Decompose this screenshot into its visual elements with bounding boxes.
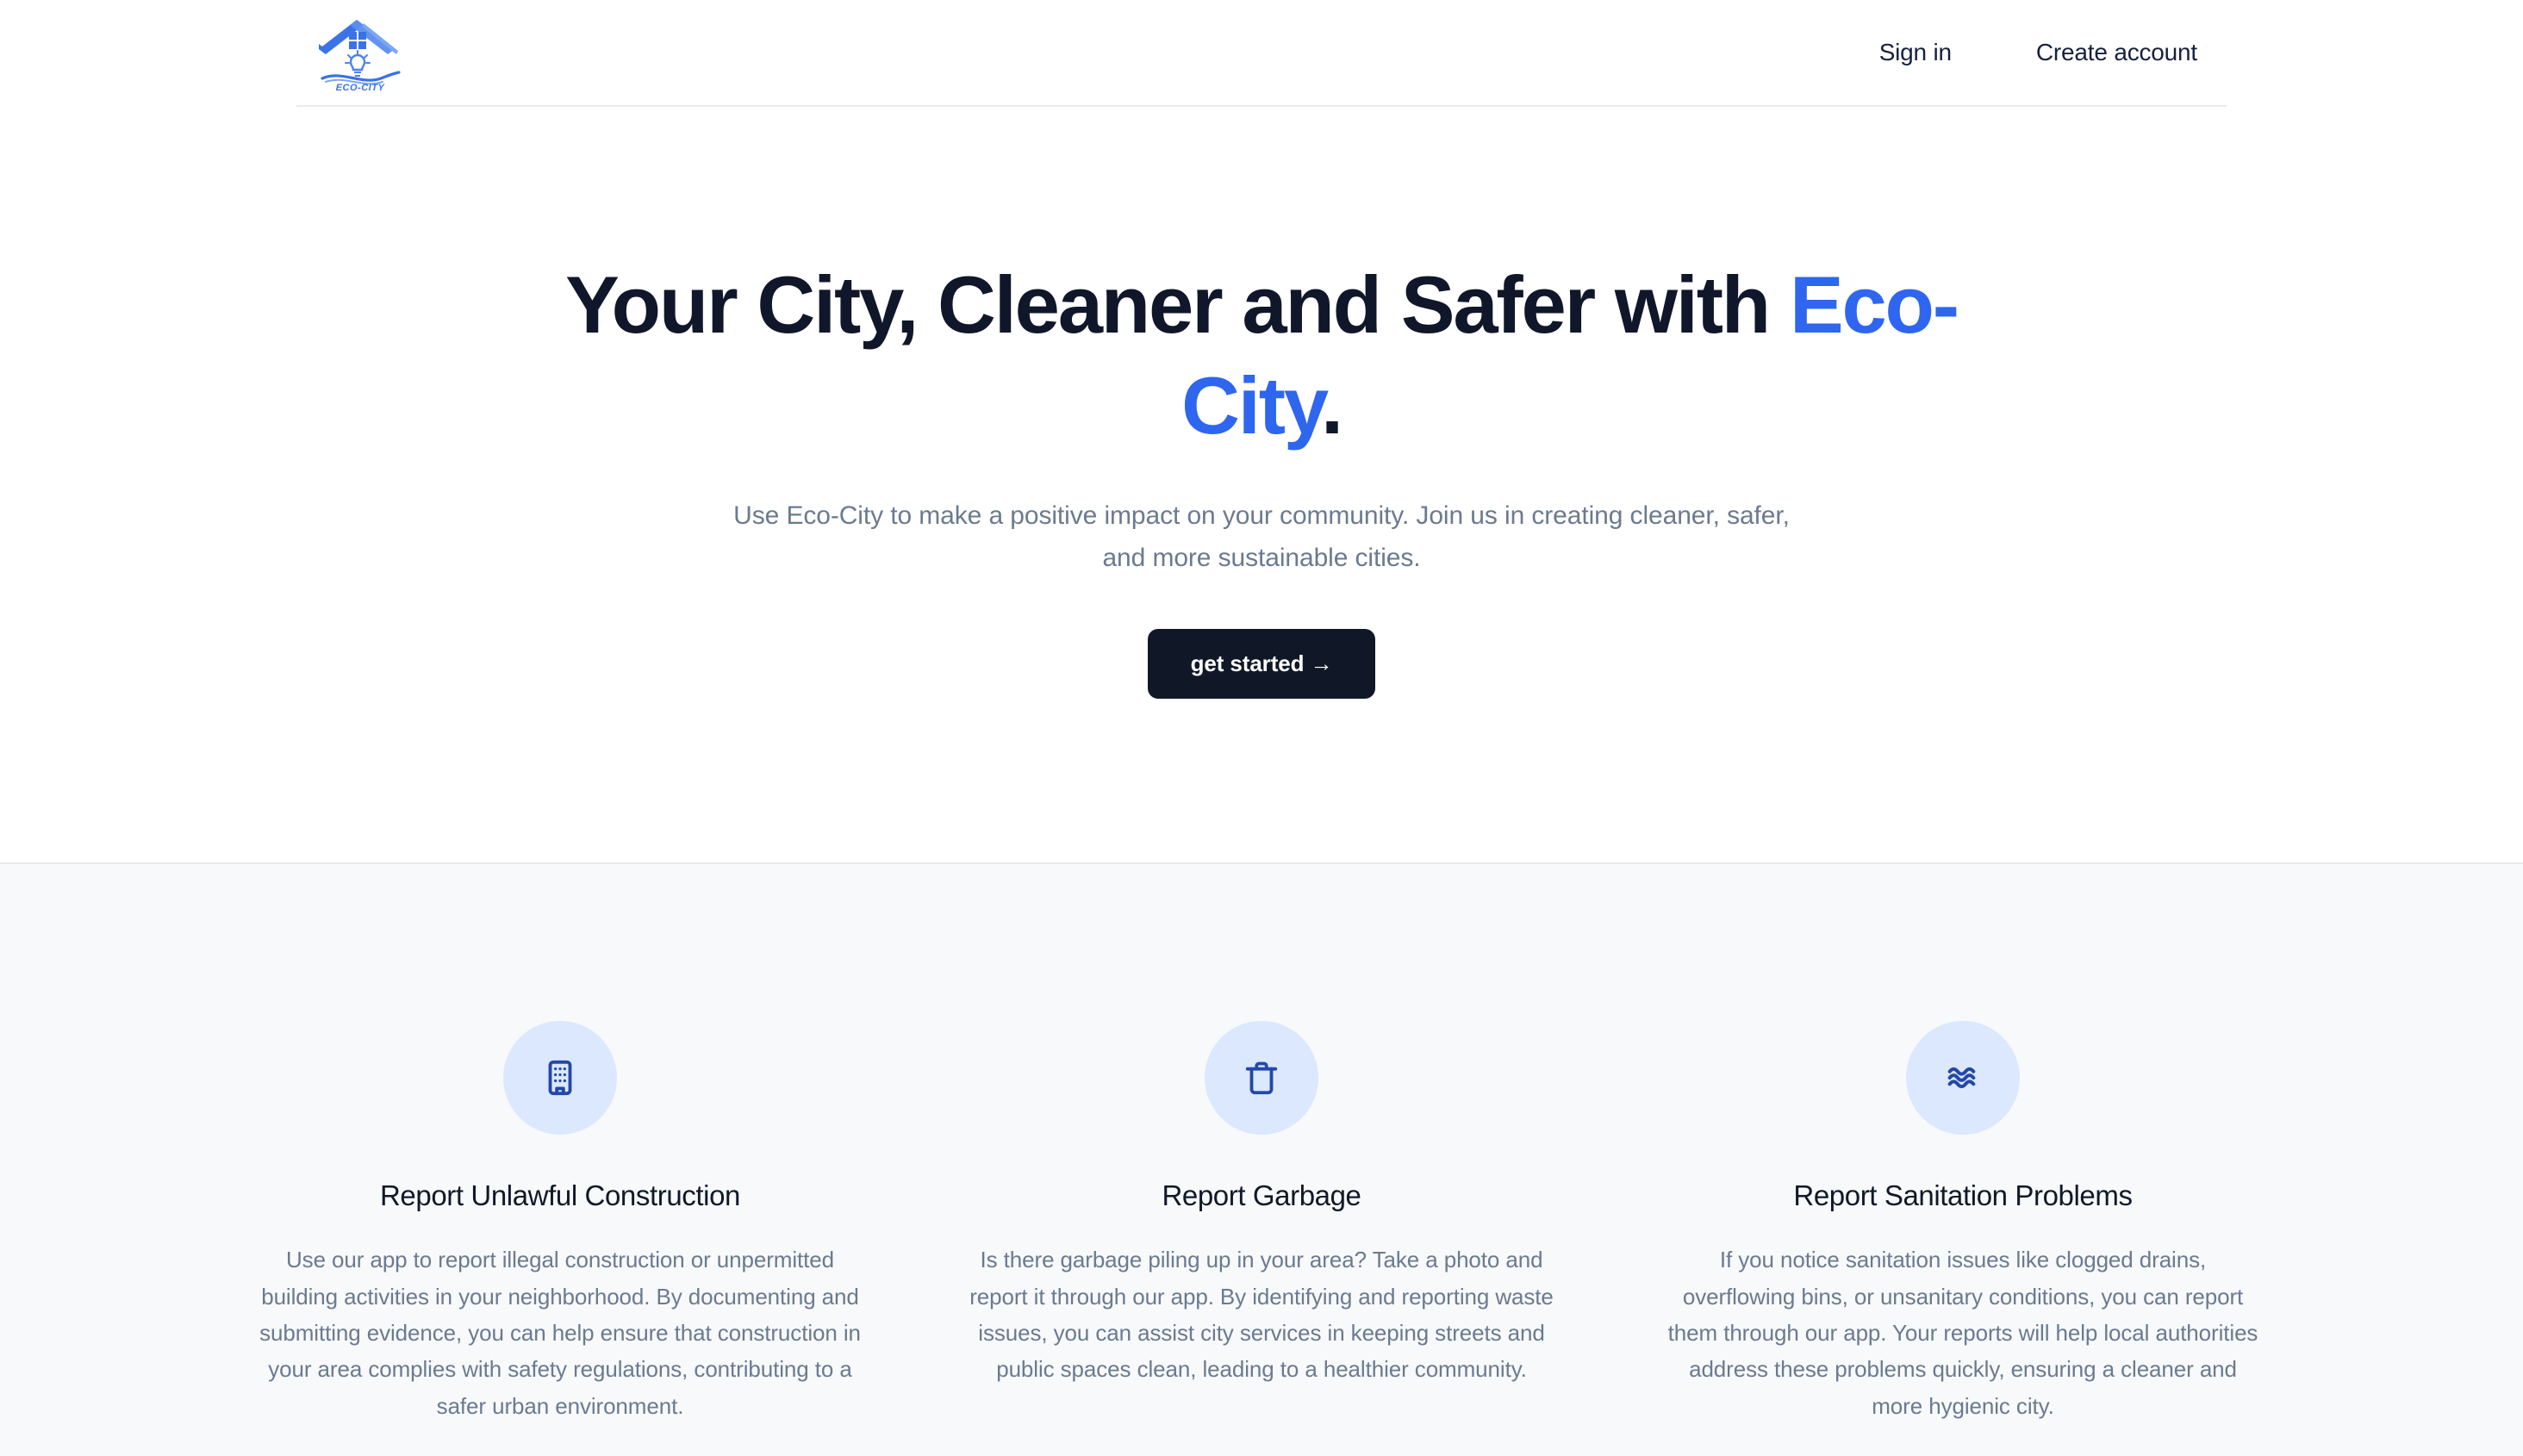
features-list: Report Unlawful Construction Use our app… (259, 1021, 2264, 1424)
sign-in-link[interactable]: Sign in (1879, 39, 1952, 66)
feature-description: Is there garbage piling up in your area?… (969, 1247, 1554, 1383)
features-section: Report Unlawful Construction Use our app… (0, 862, 2523, 1456)
feature-card-sanitation: Report Sanitation Problems If you notice… (1661, 1021, 2264, 1424)
feature-icon-wrapper (1906, 1021, 2020, 1136)
landing-page: ECO-CITY Sign in Create account Your Cit… (0, 0, 2523, 1456)
feature-card-garbage: Report Garbage Is there garbage piling u… (960, 1021, 1563, 1424)
waves-icon (1943, 1058, 1983, 1098)
get-started-button[interactable]: get started → (1147, 629, 1376, 700)
house-bulb-wave-logo-icon: ECO-CITY (314, 13, 407, 92)
hero-title-lead: Your City, Cleaner and Safer with (565, 259, 1790, 350)
logo-link[interactable]: ECO-CITY (314, 13, 407, 92)
feature-title: Report Sanitation Problems (1793, 1179, 2133, 1212)
hero-content: Your City, Cleaner and Safer with Eco-Ci… (0, 107, 2523, 862)
header-wrapper: ECO-CITY Sign in Create account (0, 0, 2523, 107)
hero-subtitle: Use Eco-City to make a positive impact o… (733, 501, 1790, 572)
feature-description: If you notice sanitation issues like clo… (1667, 1247, 2258, 1419)
feature-icon-wrapper (503, 1021, 617, 1136)
hero-title-period: . (1320, 359, 1343, 451)
page-title: Your City, Cleaner and Safer with Eco-Ci… (529, 255, 1994, 456)
building-icon (540, 1058, 580, 1098)
feature-description: Use our app to report illegal constructi… (259, 1247, 861, 1419)
feature-title: Report Unlawful Construction (380, 1179, 740, 1212)
feature-card-unlawful-construction: Report Unlawful Construction Use our app… (259, 1021, 862, 1424)
trash-icon (1242, 1058, 1281, 1098)
create-account-link[interactable]: Create account (2036, 39, 2197, 66)
primary-nav: Sign in Create account (1879, 39, 2198, 66)
site-header: ECO-CITY Sign in Create account (296, 0, 2227, 107)
feature-title: Report Garbage (1162, 1179, 1361, 1212)
feature-icon-wrapper (1205, 1021, 1318, 1136)
svg-text:ECO-CITY: ECO-CITY (336, 83, 386, 92)
hero-section: ECO-CITY Sign in Create account Your Cit… (0, 0, 2523, 863)
